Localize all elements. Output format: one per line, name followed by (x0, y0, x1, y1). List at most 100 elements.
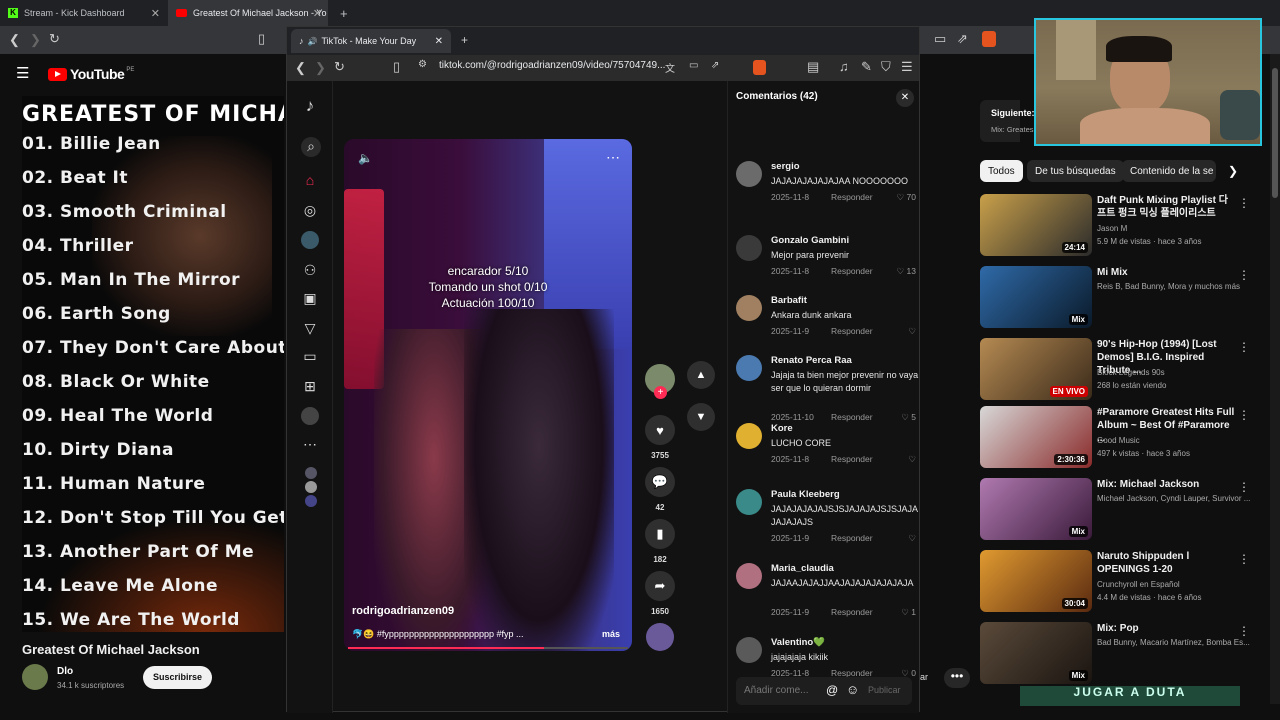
comment-like-button[interactable]: ♡ 70 (897, 192, 916, 203)
mention-icon[interactable]: @ (826, 683, 838, 697)
more-options-icon[interactable]: ⋮ (1238, 552, 1250, 566)
share-action[interactable]: ➦ 1650 (644, 571, 676, 616)
comment-action[interactable]: 💬 42 (644, 467, 676, 512)
chip-all[interactable]: Todos (980, 160, 1023, 182)
new-tab-button[interactable]: + (332, 0, 352, 26)
tiktok-logo-icon[interactable]: ♪ (301, 97, 319, 115)
following-avatar[interactable] (305, 481, 317, 493)
chip-from-searches[interactable]: De tus búsquedas (1027, 160, 1124, 182)
publish-button[interactable]: Publicar (868, 685, 901, 695)
translate-icon[interactable]: 文 (665, 60, 675, 75)
video-author[interactable]: rodrigoadrianzen09 (352, 605, 454, 617)
comment-avatar[interactable] (736, 355, 762, 381)
bookmark-icon[interactable]: ▯ (393, 59, 400, 75)
tab-kick[interactable]: K Stream - Kick Dashboard ✕ (0, 0, 166, 26)
chevron-right-icon[interactable]: ❯ (1228, 164, 1238, 178)
video-thumbnail[interactable]: 30:04 (980, 550, 1092, 612)
url-field[interactable]: tiktok.com/@rodrigoadrianzen09/video/757… (439, 60, 665, 71)
share-icon[interactable]: ⇗ (957, 31, 968, 47)
comment-avatar[interactable] (736, 235, 762, 261)
search-icon[interactable]: ⌕ (301, 137, 321, 157)
upload-icon[interactable]: ⊞ (301, 377, 319, 395)
reply-button[interactable]: Responder (831, 192, 873, 202)
close-tab-icon[interactable]: ✕ (435, 36, 443, 47)
more-options-icon[interactable]: ⋮ (1238, 196, 1250, 210)
more-options-icon[interactable]: ⋮ (1238, 268, 1250, 282)
emoji-icon[interactable]: ☺ (846, 682, 859, 697)
comment-input[interactable]: Añadir come... (744, 685, 808, 696)
comment-avatar[interactable] (736, 489, 762, 515)
comment-like-button[interactable]: ♡ (908, 454, 916, 465)
reply-button[interactable]: Responder (831, 607, 873, 617)
volume-icon[interactable]: 🔈 (358, 151, 373, 165)
recommendation-item[interactable]: 2:30:36 #Paramore Greatest Hits Full Albu… (980, 406, 1265, 470)
reply-button[interactable]: Responder (831, 266, 873, 276)
bookmark-icon[interactable]: ▯ (258, 31, 265, 47)
recommendation-title[interactable]: Daft Punk Mixing Playlist 다프트 펑크 믹싱 플레이리… (1097, 194, 1237, 220)
reload-icon[interactable]: ↻ (49, 31, 60, 47)
more-options-icon[interactable]: ⋯ (606, 149, 620, 166)
more-options-icon[interactable]: ⋮ (1238, 408, 1250, 422)
comment-like-button[interactable]: ♡ 1 (901, 607, 916, 618)
music-disc-button[interactable] (644, 623, 676, 651)
recommendation-title[interactable]: Mi Mix (1097, 266, 1237, 279)
recommendation-item[interactable]: 30:04 Naruto Shippuden l OPENINGS 1-20 Cru… (980, 550, 1265, 614)
share-arrow-icon[interactable]: ➦ (645, 571, 675, 601)
video-progress[interactable] (348, 647, 628, 649)
comment-username[interactable]: sergio (771, 161, 800, 172)
comment-avatar[interactable] (736, 161, 762, 187)
comment-like-button[interactable]: ♡ (908, 326, 916, 337)
recommendation-channel[interactable]: Reis B, Bad Bunny, Mora y muchos más (1097, 282, 1257, 291)
recommendation-item[interactable]: Mix Mix: Pop Bad Bunny, Macario Martínez, … (980, 622, 1265, 686)
extensions-icon[interactable]: ✎ (861, 59, 872, 75)
close-comments-icon[interactable]: ✕ (896, 89, 914, 107)
brave-shield-icon[interactable] (982, 31, 996, 47)
cast-icon[interactable]: ▭ (934, 31, 946, 47)
next-video-icon[interactable]: ▼ (687, 403, 715, 431)
comment-username[interactable]: Renato Perca Raa (771, 355, 852, 366)
following-avatar[interactable] (305, 495, 317, 507)
comment-icon[interactable]: 💬 (645, 467, 675, 497)
profile-icon[interactable] (301, 407, 319, 425)
chip-content[interactable]: Contenido de la se (1122, 160, 1216, 182)
author-avatar-button[interactable]: + (644, 364, 676, 399)
site-info-icon[interactable]: ⚙ (418, 59, 427, 70)
tiktok-video[interactable]: 🔈 ⋯ encarador 5/10 Tomando un shot 0/10 … (344, 139, 632, 651)
comment-avatar[interactable] (736, 295, 762, 321)
close-tab-icon[interactable]: ✕ (151, 7, 160, 20)
recommendation-channel[interactable]: Bad Bunny, Macario Martínez, Bomba Es... (1097, 638, 1257, 647)
video-thumbnail[interactable]: Mix (980, 478, 1092, 540)
reply-button[interactable]: Responder (831, 412, 873, 422)
channel-avatar[interactable] (22, 664, 48, 690)
next-up-panel[interactable]: Siguiente: Mix: Greates (980, 100, 1035, 142)
home-icon[interactable]: ⌂ (301, 171, 319, 189)
comment-username[interactable]: Paula Kleeberg (771, 489, 840, 500)
bookmark-icon[interactable]: ▮ (645, 519, 675, 549)
close-tab-icon[interactable]: ✕ (313, 7, 322, 20)
more-options-icon[interactable]: ⋮ (1238, 480, 1250, 494)
recommendation-title[interactable]: Mix: Pop (1097, 622, 1237, 635)
following-icon[interactable]: ⚇ (301, 261, 319, 279)
reply-button[interactable]: Responder (831, 454, 873, 464)
comment-username[interactable]: Valentino💚 (771, 637, 825, 648)
video-thumbnail[interactable]: 2:30:36 (980, 406, 1092, 468)
video-thumbnail[interactable]: EN VIVO (980, 338, 1092, 400)
comment-username[interactable]: Barbafit (771, 295, 807, 306)
menu-icon[interactable]: ☰ (16, 64, 29, 82)
more-icon[interactable]: ⋯ (301, 435, 319, 453)
activity-icon[interactable]: ▭ (301, 347, 319, 365)
back-icon[interactable]: ❮ (295, 60, 306, 76)
tab-youtube[interactable]: Greatest Of Michael Jackson - Yo ✕ (168, 0, 328, 26)
live-icon[interactable]: ▣ (301, 289, 319, 307)
back-icon[interactable]: ❮ (9, 32, 20, 48)
comment-avatar[interactable] (736, 423, 762, 449)
menu-icon[interactable]: ☰ (901, 59, 913, 75)
messages-icon[interactable]: ▽ (301, 319, 319, 337)
recommendation-title[interactable]: Naruto Shippuden l OPENINGS 1-20 (1097, 550, 1237, 576)
video-thumbnail[interactable]: 24:14 (980, 194, 1092, 256)
reply-button[interactable]: Responder (831, 326, 873, 336)
brave-shield-icon[interactable] (753, 60, 766, 75)
youtube-logo[interactable]: YouTube PE (48, 66, 134, 82)
reload-icon[interactable]: ↻ (334, 59, 345, 75)
sidebar-icon[interactable]: ▤ (807, 59, 819, 75)
